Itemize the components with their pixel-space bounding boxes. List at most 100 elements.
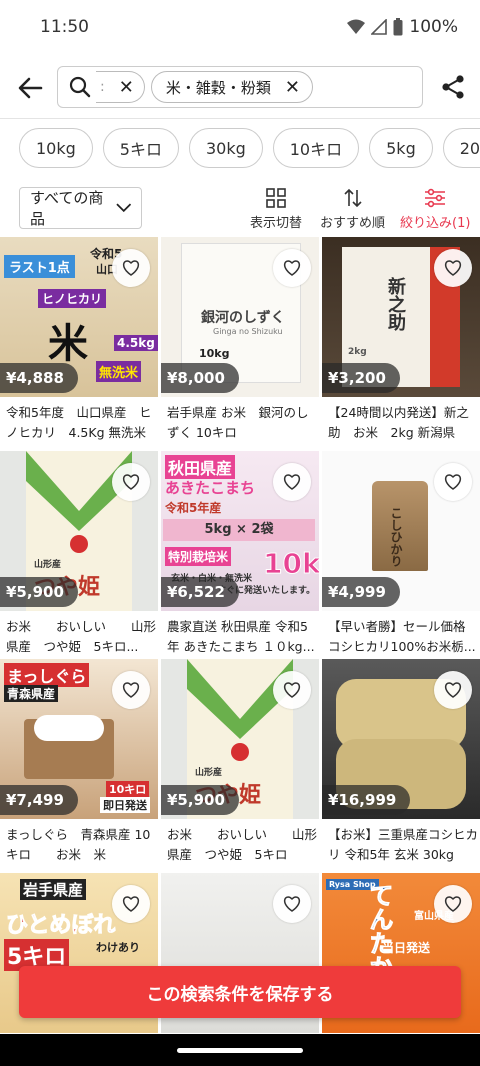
size-chip[interactable]: 5キロ (102, 128, 179, 168)
save-search-button[interactable]: この検索条件を保存する (19, 966, 461, 1018)
product-image[interactable]: ラスト1点 令和5 山口 ヒノヒカリ 米 4.5kg 無洗米 ¥4,888 (0, 237, 158, 397)
product-image[interactable]: 山形産 つや姫 ¥5,900 (0, 451, 158, 611)
search-input[interactable]: : ✕ 米・雑穀・粉類 ✕ (57, 66, 423, 108)
search-chip-category[interactable]: 米・雑穀・粉類 ✕ (150, 71, 313, 103)
product-title[interactable]: 農家直送 秋田県産 令和5年 あきたこまち １０kg... (167, 617, 317, 657)
size-chip[interactable]: 30kg (188, 128, 263, 168)
grid-view-icon (266, 188, 286, 208)
product-overlay-text: 10kg (263, 547, 319, 581)
price-tag: ¥5,900 (0, 577, 78, 607)
price-tag: ¥6,522 (161, 577, 239, 607)
favorite-heart-icon[interactable] (434, 463, 472, 501)
display-toggle-button[interactable]: 表示切替 (250, 188, 302, 231)
product-card[interactable]: 秋田県産 あきたこまち 令和5年産 5kg × 2袋 特別栽培米 10kg 玄米… (161, 451, 319, 661)
size-chip[interactable]: 20kg (442, 128, 480, 168)
battery-icon (393, 18, 403, 36)
product-title[interactable]: 【早い者勝】セール価格 コシヒカリ100%お米栃... (328, 617, 478, 657)
product-card[interactable]: ¥16,999 【お米】三重県産コシヒカリ 令和5年 玄米 30kg (322, 659, 480, 869)
wifi-icon (347, 19, 366, 34)
product-title[interactable]: 岩手県産 お米 銀河のしずく 10キロ (167, 403, 317, 443)
filter-button[interactable]: 絞り込み(1) (400, 188, 470, 231)
favorite-heart-icon[interactable] (434, 885, 472, 923)
search-icon (69, 76, 91, 98)
all-products-dropdown[interactable]: すべての商品 (19, 187, 142, 229)
price-tag: ¥5,900 (161, 785, 239, 815)
search-chip-truncated[interactable]: : ✕ (96, 71, 145, 103)
sort-icon (343, 188, 362, 208)
product-image[interactable]: 新之助 2kg ¥3,200 (322, 237, 480, 397)
favorite-heart-icon[interactable] (273, 249, 311, 287)
product-title[interactable]: まっしぐら 青森県産 10キロ お米 米 (6, 825, 156, 865)
back-arrow-icon[interactable] (16, 74, 44, 102)
favorite-heart-icon[interactable] (273, 885, 311, 923)
product-overlay-text: 5kg × 2袋 (163, 519, 315, 541)
product-title[interactable]: 【24時間以内発送】新之助 お米 2kg 新潟県産... (328, 403, 478, 443)
signal-icon (371, 19, 388, 35)
product-image[interactable]: 山形産 つや姫 ¥5,900 (161, 659, 319, 819)
product-image[interactable]: 銀河のしずく Ginga no Shizuku 10kg ¥8,000 (161, 237, 319, 397)
product-overlay-text: 無洗米 (96, 361, 142, 382)
product-card[interactable]: まっしぐら 青森県産 10キロ 即日発送 ¥7,499 まっしぐら 青森県産 1… (0, 659, 158, 869)
share-icon[interactable] (440, 74, 466, 100)
price-tag: ¥7,499 (0, 785, 78, 815)
product-overlay-text: 銀河のしずく (201, 310, 285, 326)
home-gesture-handle[interactable] (177, 1048, 303, 1053)
product-title[interactable]: お米 おいしい 山形県産 つや姫 5キロ... (6, 617, 156, 657)
product-title[interactable]: お米 おいしい 山形県産 つや姫 5キロ (167, 825, 317, 865)
price-tag: ¥3,200 (322, 363, 400, 393)
product-image[interactable]: こしひかり ¥4,999 (322, 451, 480, 611)
favorite-heart-icon[interactable] (112, 671, 150, 709)
product-overlay-text: 即日発送 (100, 797, 150, 813)
search-bar-row: : ✕ 米・雑穀・粉類 ✕ (0, 62, 480, 114)
filter-sliders-icon (425, 188, 446, 208)
product-image[interactable]: ¥16,999 (322, 659, 480, 819)
favorite-heart-icon[interactable] (273, 463, 311, 501)
favorite-heart-icon[interactable] (112, 885, 150, 923)
chevron-down-icon (115, 203, 131, 213)
product-title[interactable]: 【お米】三重県産コシヒカリ 令和5年 玄米 30kg (328, 825, 478, 865)
divider (0, 118, 480, 119)
size-chip[interactable]: 10キロ (272, 128, 360, 168)
favorite-heart-icon[interactable] (112, 463, 150, 501)
product-title[interactable]: 令和5年度 山口県産 ヒノヒカリ 4.5Kg 無洗米 (6, 403, 156, 443)
product-overlay-text: 新之助 (385, 277, 406, 331)
price-tag: ¥8,000 (161, 363, 239, 393)
product-overlay-text: わけあり (96, 941, 140, 954)
favorite-heart-icon[interactable] (434, 249, 472, 287)
product-card[interactable]: 新之助 2kg ¥3,200 【24時間以内発送】新之助 お米 2kg 新潟県産… (322, 237, 480, 447)
product-overlay-text: 秋田県産 (165, 455, 236, 479)
product-image[interactable]: まっしぐら 青森県産 10キロ 即日発送 ¥7,499 (0, 659, 158, 819)
product-overlay-text: ヒノヒカリ (38, 289, 107, 308)
list-toolbar: すべての商品 表示切替 おすすめ順 絞り込み(1) (0, 184, 480, 236)
remove-chip-icon[interactable]: ✕ (119, 77, 134, 98)
product-card[interactable]: 山形産 つや姫 ¥5,900 お米 おいしい 山形県産 つや姫 5キロ (161, 659, 319, 869)
favorite-heart-icon[interactable] (112, 249, 150, 287)
price-tag: ¥4,999 (322, 577, 400, 607)
favorite-heart-icon[interactable] (434, 671, 472, 709)
product-overlay-text: 当日発送 (382, 941, 431, 955)
favorite-heart-icon[interactable] (273, 671, 311, 709)
product-overlay-text: 令和5年産 (165, 501, 222, 515)
size-chip[interactable]: 5kg (369, 128, 433, 168)
product-card[interactable]: こしひかり ¥4,999 【早い者勝】セール価格 コシヒカリ100%お米栃... (322, 451, 480, 661)
search-chip-label: 米・雑穀・粉類 (165, 78, 271, 97)
price-tag: ¥16,999 (322, 785, 411, 815)
product-overlay-text: 青森県産 (4, 685, 59, 702)
product-overlay-text: こしひかり (389, 507, 403, 567)
product-overlay-text: 4.5kg (114, 335, 158, 351)
product-card[interactable]: 銀河のしずく Ginga no Shizuku 10kg ¥8,000 岩手県産… (161, 237, 319, 447)
product-overlay-text: ひとめぼれ (5, 913, 116, 939)
size-chip[interactable]: 10kg (19, 128, 93, 168)
sort-button[interactable]: おすすめ順 (320, 188, 385, 231)
status-icons: 100% (347, 17, 458, 37)
product-overlay-text: まっしぐら (4, 663, 90, 687)
product-overlay-text: Ginga no Shizuku (213, 327, 283, 336)
product-overlay-text: ラスト1点 (4, 255, 75, 278)
product-card[interactable]: 山形産 つや姫 ¥5,900 お米 おいしい 山形県産 つや姫 5キロ... (0, 451, 158, 661)
search-chip-truncated-label: : (100, 79, 105, 95)
product-card[interactable]: ラスト1点 令和5 山口 ヒノヒカリ 米 4.5kg 無洗米 ¥4,888 令和… (0, 237, 158, 447)
remove-chip-icon[interactable]: ✕ (285, 77, 300, 98)
product-image[interactable]: 秋田県産 あきたこまち 令和5年産 5kg × 2袋 特別栽培米 10kg 玄米… (161, 451, 319, 611)
battery-level: 100% (409, 17, 458, 37)
product-overlay-text: 米 (48, 321, 88, 367)
